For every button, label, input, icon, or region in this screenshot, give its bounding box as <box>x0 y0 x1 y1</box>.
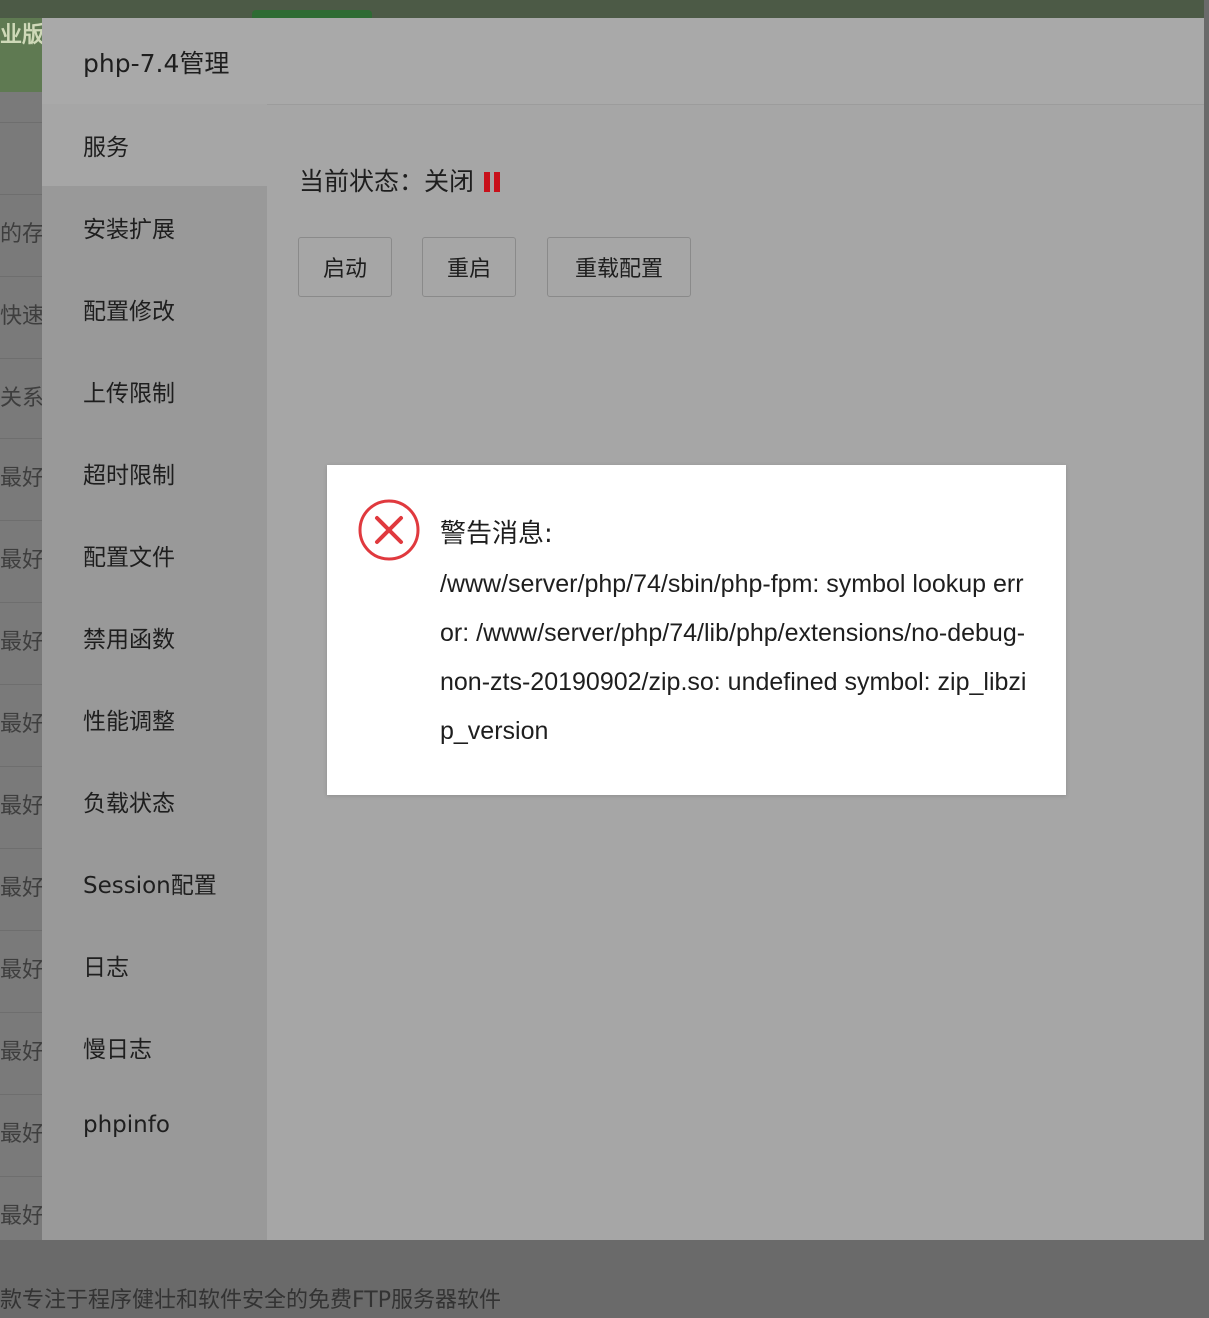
background-row: 最好的 <box>0 602 42 683</box>
background-row: 的存储 <box>0 194 42 275</box>
background-top-bar <box>0 0 1209 18</box>
sidebar-item-label: 性能调整 <box>83 709 175 735</box>
service-status: 当前状态：关闭 <box>299 162 501 198</box>
restart-button[interactable]: 重启 <box>422 237 516 297</box>
start-button[interactable]: 启动 <box>298 237 392 297</box>
sidebar-item-label: 超时限制 <box>83 463 175 489</box>
dialog-title: php-7.4管理 <box>83 49 230 78</box>
sidebar-item-label: 配置修改 <box>83 299 175 325</box>
sidebar-item-phpinfo[interactable]: phpinfo <box>42 1088 267 1170</box>
background-right-edge <box>1204 0 1209 1318</box>
sidebar-item-install-extension[interactable]: 安装扩展 <box>42 186 267 268</box>
warning-message-box: 警告消息: /www/server/php/74/sbin/php-fpm: s… <box>327 465 1066 795</box>
sidebar-item-label: 日志 <box>83 955 129 981</box>
background-row: 最好的 <box>0 438 42 519</box>
background-row: 最好的 <box>0 520 42 601</box>
background-row: 最好的 <box>0 766 42 847</box>
sidebar-item-label: 上传限制 <box>83 381 175 407</box>
background-list: 业版 的存储 快速 关系 最好的 最好的 最好的 最好的 最好的 最好的 最好的… <box>0 18 42 1240</box>
message-body: /www/server/php/74/sbin/php-fpm: symbol … <box>440 570 1027 745</box>
reload-config-button[interactable]: 重载配置 <box>547 237 691 297</box>
sidebar-item-label: Session配置 <box>83 873 217 899</box>
background-row <box>0 122 42 203</box>
background-active-tab <box>252 10 372 18</box>
sidebar-item-config-file[interactable]: 配置文件 <box>42 514 267 596</box>
sidebar-item-load-status[interactable]: 负载状态 <box>42 760 267 842</box>
pause-icon <box>484 172 501 192</box>
background-row: 关系 <box>0 358 42 439</box>
sidebar-item-session-config[interactable]: Session配置 <box>42 842 267 924</box>
background-footer: 款专注于程序健壮和软件安全的免费FTP服务器软件 <box>0 1240 1209 1318</box>
sidebar-item-service[interactable]: 服务 <box>42 104 267 186</box>
message-title: 警告消息: <box>440 519 553 549</box>
background-row: 快速 <box>0 276 42 357</box>
dialog-sidebar: 服务 安装扩展 配置修改 上传限制 超时限制 配置文件 禁用函数 性能调整 负载… <box>42 104 267 1240</box>
sidebar-item-log[interactable]: 日志 <box>42 924 267 1006</box>
sidebar-item-performance[interactable]: 性能调整 <box>42 678 267 760</box>
sidebar-item-label: 负载状态 <box>83 791 175 817</box>
sidebar-item-upload-limit[interactable]: 上传限制 <box>42 350 267 432</box>
sidebar-item-label: 安装扩展 <box>83 217 175 243</box>
status-label: 当前状态： <box>299 167 425 196</box>
sidebar-item-slow-log[interactable]: 慢日志 <box>42 1006 267 1088</box>
error-circle-icon <box>358 499 420 561</box>
background-row: 最好的 <box>0 1012 42 1093</box>
background-row: 最好的 <box>0 684 42 765</box>
dialog-header: php-7.4管理 <box>42 18 1204 105</box>
sidebar-item-timeout-limit[interactable]: 超时限制 <box>42 432 267 514</box>
sidebar-item-config-edit[interactable]: 配置修改 <box>42 268 267 350</box>
background-brand: 业版 <box>0 18 42 92</box>
background-row: 最好的 <box>0 848 42 929</box>
status-value: 关闭 <box>424 167 475 196</box>
sidebar-item-label: 禁用函数 <box>83 627 175 653</box>
background-footer-text: 款专注于程序健壮和软件安全的免费FTP服务器软件 <box>0 1288 501 1313</box>
background-row: 最好的 <box>0 1094 42 1175</box>
sidebar-item-disabled-functions[interactable]: 禁用函数 <box>42 596 267 678</box>
sidebar-item-label: 配置文件 <box>83 545 175 571</box>
background-row: 最好的 <box>0 930 42 1011</box>
sidebar-item-label: 慢日志 <box>83 1037 152 1063</box>
sidebar-item-label: phpinfo <box>83 1112 170 1138</box>
sidebar-item-label: 服务 <box>83 135 129 161</box>
